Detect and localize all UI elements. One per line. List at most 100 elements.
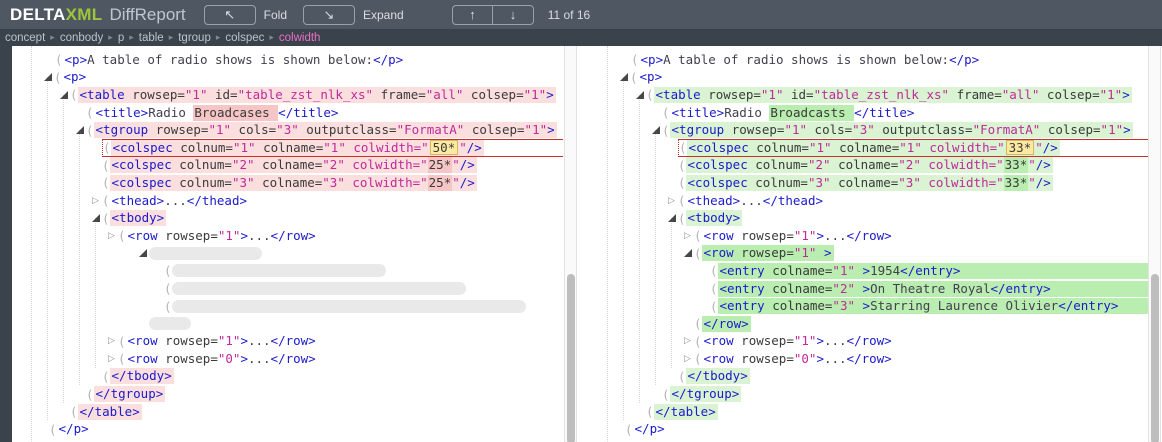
added-text-highlight: 33* [1004, 157, 1029, 173]
tag-token: <thead> [688, 193, 741, 209]
breadcrumb-item-concept[interactable]: concept [5, 32, 45, 44]
fold-expanded-icon[interactable] [41, 73, 54, 81]
diff-change[interactable]: <colspec colnum="1" colname="1" colwidth… [687, 140, 1060, 156]
tag-token: > [816, 228, 824, 244]
fold-collapsed-icon[interactable]: ▷ [105, 354, 118, 364]
tag-token: </row> [847, 228, 892, 244]
triangle-glyph: ▷ [684, 231, 691, 241]
fold-expanded-icon[interactable] [136, 249, 149, 257]
fold-collapsed-icon[interactable]: ▷ [105, 336, 118, 346]
changed-attribute-name-token: colwidth=" [922, 140, 1005, 156]
attribute-value-token: "1" [218, 228, 241, 244]
scrollbar-track-right[interactable] [1148, 46, 1161, 442]
triangle-glyph [684, 249, 692, 257]
diff-change[interactable]: <tgroup rowsep="1" cols="3" outputclass=… [94, 122, 557, 138]
code-line: (<tgroup rowsep="1" cols="3" outputclass… [590, 121, 1148, 139]
line-body: (<thead>...</thead> [102, 192, 563, 210]
diff-change[interactable]: <colspec colnum="3" colname="3" colwidth… [686, 175, 1053, 191]
diff-change[interactable]: </table> [654, 404, 718, 420]
triangle-glyph [668, 214, 676, 222]
diff-change[interactable]: <tbody> [686, 210, 743, 226]
code-line: ▷(<row rowsep="0">...</row> [590, 350, 1148, 368]
attribute-value-token: "3" [898, 175, 921, 191]
attribute-name-token: colname= [831, 157, 899, 173]
tag-token: > [816, 333, 824, 349]
fold-expanded-icon[interactable] [633, 91, 646, 99]
tag-token: <row [704, 245, 734, 261]
attribute-name-token: colnum= [172, 175, 232, 191]
attribute-name-token: outputclass= [875, 122, 973, 138]
diff-change[interactable]: <colspec colnum="2" colname="2" colwidth… [686, 157, 1053, 173]
tag-token: <p> [64, 69, 87, 85]
selected-change-value[interactable]: 33* [1006, 140, 1035, 155]
attribute-name-token: outputclass= [299, 122, 397, 138]
breadcrumb-item-p[interactable]: p [118, 32, 124, 44]
breadcrumb-item-colwidth[interactable]: colwidth [279, 32, 321, 44]
scrollbar-thumb-right[interactable] [1151, 274, 1159, 442]
line-body: (<tbody> [678, 209, 1148, 227]
breadcrumb-item-colspec[interactable]: colspec [225, 32, 264, 44]
line-body: (</p> [625, 420, 1148, 438]
diff-change[interactable]: <entry colname="3" >Starring Laurence Ol… [718, 298, 1148, 314]
diff-change[interactable]: </tgroup> [670, 386, 742, 402]
attribute-name-token: rowsep= [734, 245, 794, 261]
code-line [14, 245, 563, 263]
code-line: (</tbody> [14, 368, 563, 386]
diff-change[interactable]: <table rowsep="1" id="table_zst_nlk_xs" … [654, 87, 1132, 103]
fold-expanded-icon[interactable] [89, 214, 102, 222]
scrollbar-track-left[interactable] [564, 46, 577, 442]
diff-change[interactable]: <row rowsep="1" > [702, 245, 834, 261]
diff-change[interactable]: </tbody> [110, 368, 174, 384]
fold-collapsed-icon[interactable]: ▷ [681, 231, 694, 241]
diff-change[interactable]: </table> [78, 404, 142, 420]
fold-expanded-icon[interactable] [73, 126, 86, 134]
code-line: (<colspec colnum="2" colname="2" colwidt… [14, 157, 563, 175]
tag-token: </entry> [990, 281, 1050, 297]
diff-change[interactable]: <colspec colnum="2" colname="2" colwidth… [110, 157, 477, 173]
extent-bracket-icon: ( [694, 334, 702, 349]
fold-collapsed-icon[interactable]: ▷ [681, 354, 694, 364]
tag-token: /> [1043, 140, 1058, 156]
attribute-name-token: colsep= [464, 122, 524, 138]
attribute-value-token: "1" [185, 87, 208, 103]
diff-change[interactable]: </tbody> [686, 368, 750, 384]
fold-collapsed-icon[interactable]: ▷ [89, 196, 102, 206]
next-change-button[interactable]: ↓ [492, 6, 533, 24]
fold-expanded-icon[interactable] [665, 214, 678, 222]
diff-change[interactable]: <colspec colnum="1" colname="1" colwidth… [111, 140, 484, 156]
breadcrumb-item-conbody[interactable]: conbody [60, 32, 103, 44]
fold-expanded-icon[interactable] [57, 91, 70, 99]
expand-button[interactable]: ↘ [303, 5, 355, 25]
change-counter: 11 of 16 [548, 8, 590, 22]
tag-token: <row [128, 228, 158, 244]
selected-change-value[interactable]: 50* [430, 140, 459, 155]
tag-token: <row [704, 333, 734, 349]
fold-button[interactable]: ↖ [204, 5, 256, 25]
diff-change[interactable]: <colspec colnum="3" colname="3" colwidth… [110, 175, 477, 191]
fold-expanded-icon[interactable] [649, 126, 662, 134]
triangle-glyph [44, 73, 52, 81]
fold-expanded-icon[interactable] [617, 73, 630, 81]
fold-expanded-icon[interactable] [681, 249, 694, 257]
diff-change[interactable]: <tgroup rowsep="1" cols="3" outputclass=… [670, 122, 1133, 138]
line-body: (<table rowsep="1" id="table_zst_nlk_xs"… [646, 86, 1148, 104]
previous-change-button[interactable]: ↑ [453, 6, 493, 24]
diff-change[interactable]: <entry colname="1" >1954</entry> [718, 263, 1148, 279]
text-content-token: Starring Laurence Olivier [870, 298, 1058, 314]
scrollbar-thumb-left[interactable] [567, 274, 575, 442]
fold-collapsed-icon[interactable]: ▷ [665, 196, 678, 206]
fold-collapsed-icon[interactable]: ▷ [105, 231, 118, 241]
diff-change[interactable]: <table rowsep="1" id="table_zst_nlk_xs" … [78, 87, 556, 103]
line-body: (<thead>...</thead> [678, 192, 1148, 210]
diff-change[interactable]: <entry colname="2" >On Theatre Royal</en… [718, 281, 1148, 297]
code-line: ▷(<row rowsep="1">...</row> [14, 227, 563, 245]
diff-change[interactable]: </tgroup> [94, 386, 166, 402]
breadcrumb-item-tgroup[interactable]: tgroup [178, 32, 211, 44]
diff-change[interactable]: <tbody> [110, 210, 167, 226]
added-text-highlight: Broadcasts [769, 105, 854, 121]
fold-collapsed-icon[interactable]: ▷ [681, 336, 694, 346]
expand-arrow-icon: ↘ [324, 7, 335, 23]
diff-change[interactable]: </row> [702, 316, 751, 332]
tag-token: <entry [720, 281, 765, 297]
breadcrumb-item-table[interactable]: table [139, 32, 164, 44]
